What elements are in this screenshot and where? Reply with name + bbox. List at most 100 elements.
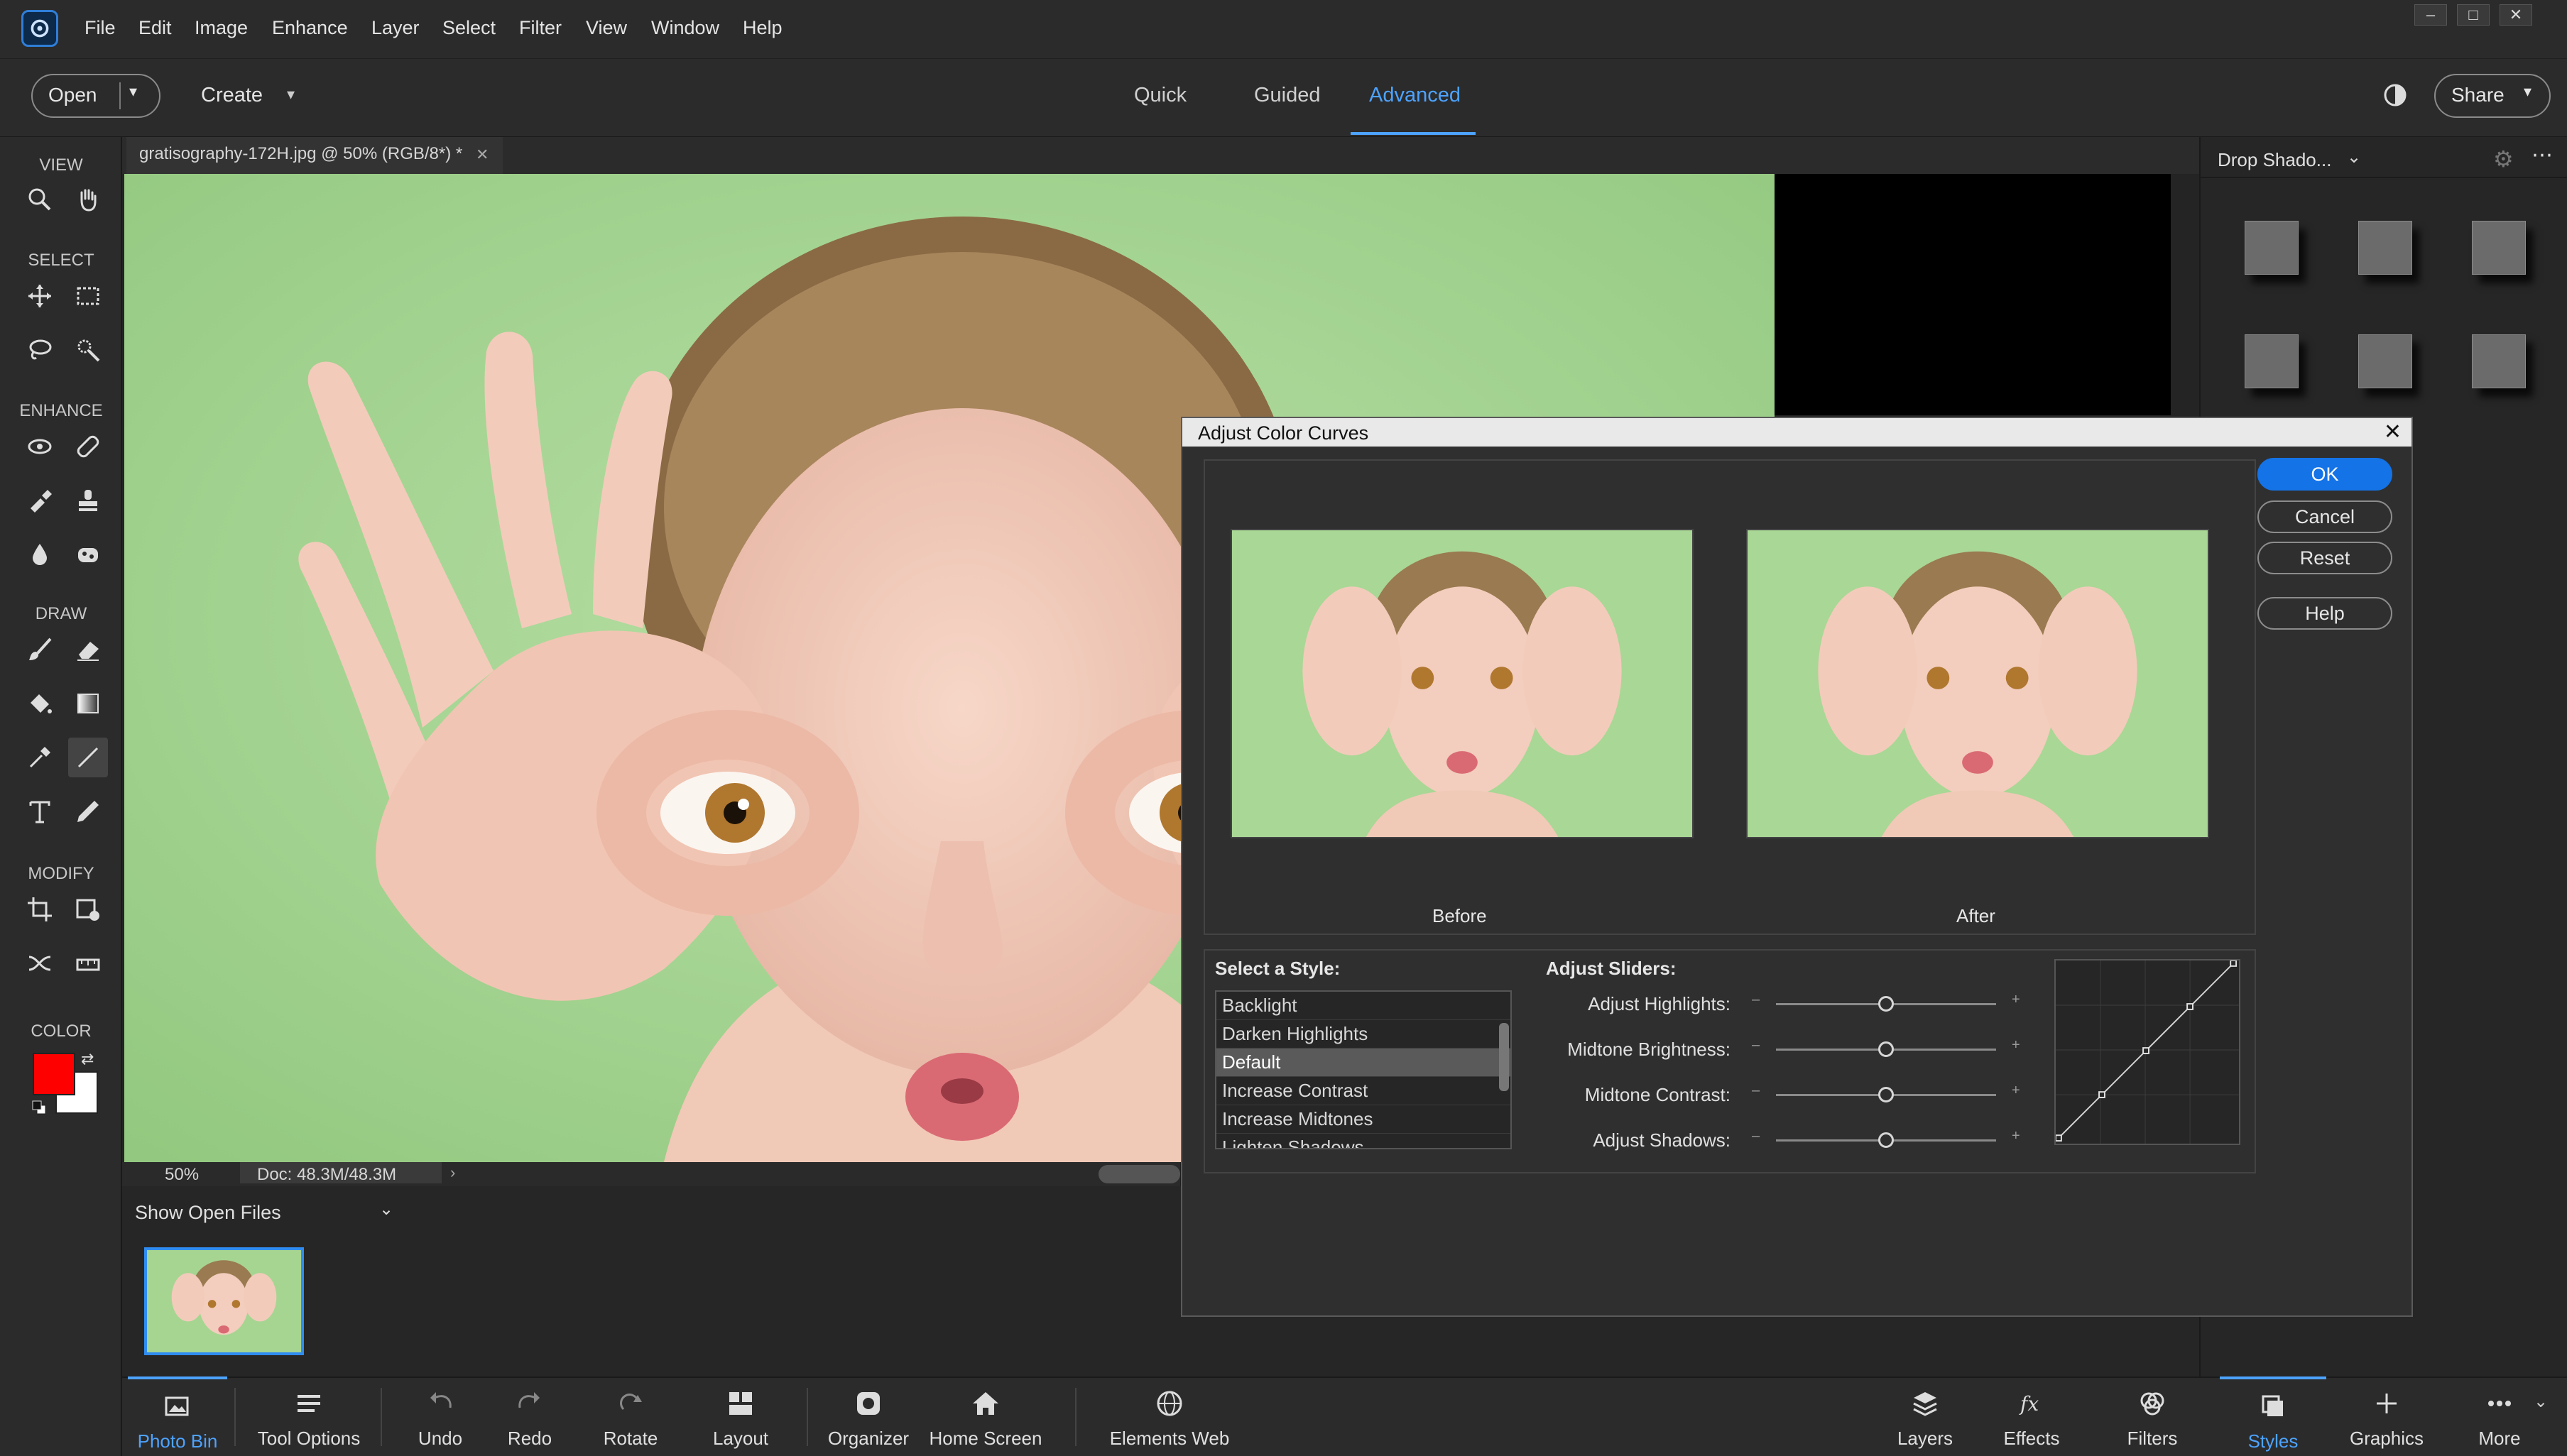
organizer-button[interactable]: Organizer bbox=[818, 1376, 919, 1456]
chevron-right-icon[interactable]: › bbox=[450, 1164, 455, 1182]
rotate-button[interactable]: Rotate bbox=[582, 1376, 679, 1456]
redo-button[interactable]: Redo bbox=[486, 1376, 574, 1456]
cancel-button[interactable]: Cancel bbox=[2257, 500, 2392, 533]
menu-enhance[interactable]: Enhance bbox=[272, 17, 348, 39]
chevron-down-icon[interactable]: ⌄ bbox=[379, 1199, 393, 1220]
drop-shadow-style-2[interactable] bbox=[2358, 221, 2412, 275]
style-lighten-shadows[interactable]: Lighten Shadows bbox=[1216, 1134, 1510, 1148]
close-window-icon[interactable]: ✕ bbox=[2500, 4, 2532, 26]
eyedropper-icon[interactable] bbox=[20, 738, 60, 777]
move-tool-icon[interactable] bbox=[20, 276, 60, 316]
tool-options-button[interactable]: Tool Options bbox=[249, 1376, 369, 1456]
style-category-dropdown[interactable]: Drop Shado... bbox=[2218, 149, 2331, 171]
close-tab-icon[interactable]: ✕ bbox=[476, 146, 489, 164]
chevron-down-icon[interactable]: ▾ bbox=[129, 82, 137, 101]
healing-brush-icon[interactable] bbox=[68, 427, 108, 466]
drop-shadow-style-3[interactable] bbox=[2472, 221, 2526, 275]
menu-file[interactable]: File bbox=[85, 17, 116, 39]
style-default[interactable]: Default bbox=[1216, 1049, 1510, 1077]
style-increase-midtones[interactable]: Increase Midtones bbox=[1216, 1105, 1510, 1134]
show-open-files-label[interactable]: Show Open Files bbox=[135, 1202, 281, 1224]
style-darken-highlights[interactable]: Darken Highlights bbox=[1216, 1020, 1510, 1049]
quick-selection-tool-icon[interactable] bbox=[68, 330, 108, 370]
red-eye-tool-icon[interactable] bbox=[20, 427, 60, 466]
graphics-button[interactable]: Graphics bbox=[2340, 1376, 2433, 1456]
more-button[interactable]: More bbox=[2457, 1376, 2542, 1456]
line-tool-icon[interactable] bbox=[68, 738, 108, 777]
zoom-tool-icon[interactable] bbox=[20, 180, 60, 219]
menu-view[interactable]: View bbox=[586, 17, 627, 39]
tab-advanced[interactable]: Advanced bbox=[1369, 84, 1461, 107]
undo-button[interactable]: Undo bbox=[395, 1376, 486, 1456]
more-options-icon[interactable]: ⋯ bbox=[2531, 143, 2553, 168]
menu-help[interactable]: Help bbox=[743, 17, 783, 39]
style-list-scrollbar[interactable] bbox=[1499, 1023, 1509, 1091]
slider-thumb[interactable] bbox=[1878, 996, 1894, 1012]
styles-button[interactable]: Styles bbox=[2220, 1376, 2326, 1456]
style-backlight[interactable]: Backlight bbox=[1216, 992, 1510, 1020]
pencil-tool-icon[interactable] bbox=[68, 792, 108, 831]
eraser-tool-icon[interactable] bbox=[68, 630, 108, 669]
content-aware-move-icon[interactable] bbox=[20, 943, 60, 983]
menu-edit[interactable]: Edit bbox=[138, 17, 172, 39]
gear-icon[interactable]: ⚙ bbox=[2493, 146, 2514, 173]
zoom-level[interactable]: 50% bbox=[165, 1165, 199, 1185]
slider-thumb[interactable] bbox=[1878, 1132, 1894, 1148]
curve-graph[interactable] bbox=[2054, 959, 2240, 1145]
swap-colors-icon[interactable]: ⇄ bbox=[81, 1050, 94, 1068]
open-button[interactable]: Open ▾ bbox=[31, 74, 160, 118]
foreground-color-swatch[interactable] bbox=[33, 1053, 75, 1095]
brush-tool-icon[interactable] bbox=[20, 630, 60, 669]
type-tool-icon[interactable] bbox=[20, 792, 60, 831]
menu-window[interactable]: Window bbox=[651, 17, 719, 39]
tab-quick[interactable]: Quick bbox=[1134, 84, 1187, 107]
hand-tool-icon[interactable] bbox=[68, 180, 108, 219]
menu-select[interactable]: Select bbox=[442, 17, 496, 39]
document-tab[interactable]: gratisography-172H.jpg @ 50% (RGB/8*) * … bbox=[126, 137, 503, 174]
ok-button[interactable]: OK bbox=[2257, 458, 2392, 491]
menu-filter[interactable]: Filter bbox=[519, 17, 562, 39]
straighten-tool-icon[interactable] bbox=[68, 943, 108, 983]
reset-button[interactable]: Reset bbox=[2257, 542, 2392, 574]
paint-bucket-icon[interactable] bbox=[20, 684, 60, 723]
horizontal-scrollbar[interactable] bbox=[1099, 1165, 1180, 1183]
style-increase-contrast[interactable]: Increase Contrast bbox=[1216, 1077, 1510, 1105]
crop-tool-icon[interactable] bbox=[20, 890, 60, 929]
layout-button[interactable]: Layout bbox=[692, 1376, 790, 1456]
drop-shadow-style-6[interactable] bbox=[2472, 334, 2526, 388]
drop-shadow-style-1[interactable] bbox=[2245, 221, 2299, 275]
chevron-down-icon[interactable]: ▾ bbox=[287, 85, 295, 104]
photo-bin-button[interactable]: Photo Bin bbox=[128, 1376, 227, 1456]
menu-image[interactable]: Image bbox=[195, 17, 248, 39]
menu-layer[interactable]: Layer bbox=[371, 17, 420, 39]
blur-tool-icon[interactable] bbox=[20, 535, 60, 574]
default-colors-icon[interactable] bbox=[31, 1100, 47, 1115]
elements-web-button[interactable]: Elements Web bbox=[1094, 1376, 1246, 1456]
style-list[interactable]: Backlight Darken Highlights Default Incr… bbox=[1215, 990, 1512, 1149]
maximize-icon[interactable]: □ bbox=[2457, 4, 2490, 26]
smart-brush-icon[interactable] bbox=[20, 481, 60, 520]
filters-button[interactable]: Filters bbox=[2106, 1376, 2198, 1456]
home-screen-button[interactable]: Home Screen bbox=[923, 1376, 1048, 1456]
close-dialog-icon[interactable]: ✕ bbox=[2384, 420, 2402, 444]
theme-toggle-icon[interactable] bbox=[2382, 82, 2408, 108]
open-file-thumbnail[interactable] bbox=[144, 1247, 304, 1355]
drop-shadow-style-5[interactable] bbox=[2358, 334, 2412, 388]
marquee-tool-icon[interactable] bbox=[68, 276, 108, 316]
clone-stamp-icon[interactable] bbox=[68, 481, 108, 520]
sponge-tool-icon[interactable] bbox=[68, 535, 108, 574]
chevron-down-icon[interactable]: ⌄ bbox=[2347, 147, 2361, 168]
help-button[interactable]: Help bbox=[2257, 597, 2392, 630]
lasso-tool-icon[interactable] bbox=[20, 330, 60, 370]
layers-button[interactable]: Layers bbox=[1880, 1376, 1970, 1456]
recompose-tool-icon[interactable] bbox=[68, 890, 108, 929]
drop-shadow-style-4[interactable] bbox=[2245, 334, 2299, 388]
share-button[interactable]: Share ▾ bbox=[2434, 74, 2551, 118]
slider-thumb[interactable] bbox=[1878, 1041, 1894, 1057]
gradient-tool-icon[interactable] bbox=[68, 684, 108, 723]
slider-thumb[interactable] bbox=[1878, 1087, 1894, 1102]
tab-guided[interactable]: Guided bbox=[1254, 84, 1321, 107]
chevron-down-icon[interactable]: ⌄ bbox=[2534, 1391, 2548, 1412]
minimize-icon[interactable]: – bbox=[2414, 4, 2447, 26]
create-button[interactable]: Create bbox=[201, 84, 263, 107]
